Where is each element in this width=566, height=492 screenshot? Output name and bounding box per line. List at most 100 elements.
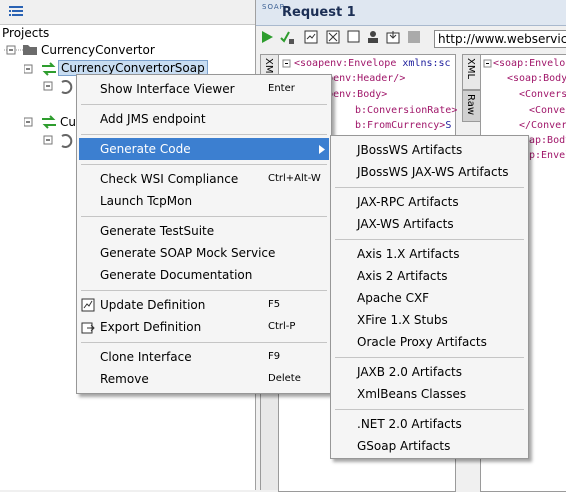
menu-item-accelerator: Ctrl+Alt-W bbox=[268, 173, 321, 184]
interface-arrows-icon bbox=[42, 115, 56, 129]
menu-item-generate-testsuite[interactable]: Generate TestSuite bbox=[79, 220, 329, 242]
menu-item-accelerator: Enter bbox=[268, 83, 295, 94]
submenu-item-dotnet[interactable]: .NET 2.0 Artifacts bbox=[333, 413, 524, 435]
menu-item-label: Remove bbox=[100, 372, 149, 386]
menu-separator bbox=[335, 409, 524, 410]
menu-item-label: Update Definition bbox=[100, 298, 206, 312]
menu-item-accelerator: Ctrl-P bbox=[268, 321, 296, 332]
xml-line: <Conver bbox=[529, 105, 566, 116]
menu-item-remove[interactable]: Remove Delete bbox=[79, 368, 329, 390]
menu-item-label: Export Definition bbox=[100, 320, 202, 334]
submenu-item-oracle-proxy[interactable]: Oracle Proxy Artifacts bbox=[333, 331, 524, 353]
stop-icon[interactable] bbox=[407, 30, 421, 44]
menu-item-accelerator: Delete bbox=[268, 373, 301, 384]
menu-item-show-interface-viewer[interactable]: Show Interface Viewer Enter bbox=[79, 78, 329, 100]
submenu-item-label: Oracle Proxy Artifacts bbox=[357, 335, 487, 349]
xml-attr: xmlns:sc bbox=[396, 58, 451, 69]
submenu-item-jbossws-jaxws[interactable]: JBossWS JAX-WS Artifacts bbox=[333, 161, 524, 183]
export-icon[interactable] bbox=[386, 30, 400, 44]
submenu-item-label: Apache CXF bbox=[357, 291, 430, 305]
project-node[interactable]: CurrencyConvertor bbox=[41, 43, 155, 57]
menu-item-update-definition[interactable]: Update Definition F5 bbox=[79, 294, 329, 316]
submenu-item-label: JAX-RPC Artifacts bbox=[357, 195, 459, 209]
submenu-item-axis1[interactable]: Axis 1.X Artifacts bbox=[333, 243, 524, 265]
menu-item-launch-tcpmon[interactable]: Launch TcpMon bbox=[79, 190, 329, 212]
submenu-item-label: XmlBeans Classes bbox=[357, 387, 467, 401]
xml-line: <soap:Envelo bbox=[493, 58, 566, 69]
menu-item-generate-documentation[interactable]: Generate Documentation bbox=[79, 264, 329, 286]
submenu-item-label: JAXB 2.0 Artifacts bbox=[357, 365, 463, 379]
menu-separator bbox=[335, 239, 524, 240]
checkbox-icon[interactable] bbox=[347, 30, 361, 44]
menu-item-export-definition[interactable]: Export Definition Ctrl-P bbox=[79, 316, 329, 338]
menu-separator bbox=[81, 134, 327, 135]
context-menu: Show Interface Viewer Enter Add JMS endp… bbox=[76, 74, 332, 394]
menu-item-label: Launch TcpMon bbox=[100, 194, 193, 208]
submenu-item-label: Axis 2 Artifacts bbox=[357, 269, 448, 283]
fold-markers bbox=[483, 59, 492, 68]
xml-line: <Convers bbox=[519, 89, 566, 100]
submenu-item-label: .NET 2.0 Artifacts bbox=[357, 417, 462, 431]
menu-item-check-wsi-compliance[interactable]: Check WSI Compliance Ctrl+Alt-W bbox=[79, 168, 329, 190]
endpoint-url-field[interactable]: http://www.webservicex bbox=[434, 30, 566, 48]
tab-response-raw[interactable]: Raw bbox=[462, 90, 481, 122]
user-auth-icon[interactable] bbox=[366, 30, 380, 44]
soap-badge: SOAP bbox=[262, 3, 285, 11]
menu-item-accelerator: F5 bbox=[268, 299, 281, 310]
tab-response-xml[interactable]: XML bbox=[462, 54, 481, 90]
tree-lines bbox=[43, 134, 73, 148]
menu-item-label: Generate Documentation bbox=[100, 268, 253, 282]
projects-label: Projects bbox=[2, 26, 50, 40]
editor-title-bar: SOAP Request 1 bbox=[256, 0, 566, 26]
menu-item-accelerator: F9 bbox=[268, 351, 281, 362]
submenu-item-jaxws[interactable]: JAX-WS Artifacts bbox=[333, 213, 524, 235]
export-definition-icon bbox=[81, 322, 95, 334]
xml-text: S bbox=[445, 120, 452, 131]
submenu-item-jaxb[interactable]: JAXB 2.0 Artifacts bbox=[333, 361, 524, 383]
submenu-item-label: XFire 1.X Stubs bbox=[357, 313, 448, 327]
interface-node[interactable]: Cu bbox=[60, 115, 76, 129]
menu-item-label: Add JMS endpoint bbox=[100, 112, 206, 126]
menu-item-label: Show Interface Viewer bbox=[100, 82, 235, 96]
tab-response-raw-label: Raw bbox=[465, 94, 476, 116]
tree-expander-icon[interactable] bbox=[4, 43, 24, 57]
menu-separator bbox=[81, 216, 327, 217]
menu-item-generate-code[interactable]: Generate Code bbox=[79, 138, 329, 160]
play-icon[interactable] bbox=[260, 30, 274, 44]
xml-line: </Convers bbox=[519, 120, 566, 131]
menu-item-label: Generate Code bbox=[100, 142, 191, 156]
menu-separator bbox=[81, 290, 327, 291]
submenu-item-axis2[interactable]: Axis 2 Artifacts bbox=[333, 265, 524, 287]
submenu-item-label: JAX-WS Artifacts bbox=[357, 217, 454, 231]
xml-line: <soap:Body bbox=[507, 73, 566, 84]
update-definition-icon bbox=[81, 298, 95, 312]
tree-lines bbox=[43, 80, 73, 94]
menu-separator bbox=[81, 342, 327, 343]
menu-item-clone-interface[interactable]: Clone Interface F9 bbox=[79, 346, 329, 368]
menu-item-label: Clone Interface bbox=[100, 350, 192, 364]
submenu-item-label: JBossWS Artifacts bbox=[357, 143, 463, 157]
menu-separator bbox=[335, 357, 524, 358]
submenu-arrow-icon bbox=[319, 145, 325, 154]
submenu-item-apache-cxf[interactable]: Apache CXF bbox=[333, 287, 524, 309]
menu-item-label: Check WSI Compliance bbox=[100, 172, 239, 186]
submenu-item-label: JBossWS JAX-WS Artifacts bbox=[357, 165, 509, 179]
collapse-all-icon[interactable] bbox=[8, 5, 24, 19]
format-icon[interactable] bbox=[326, 30, 340, 44]
xml-line: <soapenv:Envelope bbox=[294, 58, 397, 69]
submenu-item-xfire[interactable]: XFire 1.X Stubs bbox=[333, 309, 524, 331]
xml-line: ap:Body> bbox=[529, 135, 566, 146]
generate-code-submenu: JBossWS Artifacts JBossWS JAX-WS Artifac… bbox=[330, 135, 529, 459]
submenu-item-gsoap[interactable]: GSoap Artifacts bbox=[333, 435, 524, 457]
submenu-item-xmlbeans[interactable]: XmlBeans Classes bbox=[333, 383, 524, 405]
add-assertion-icon[interactable] bbox=[280, 30, 294, 44]
create-empty-request-icon[interactable] bbox=[304, 30, 318, 44]
xml-line: b:FromCurrency> bbox=[355, 120, 446, 131]
folder-icon bbox=[23, 45, 37, 55]
menu-item-add-jms-endpoint[interactable]: Add JMS endpoint bbox=[79, 108, 329, 130]
submenu-item-jaxrpc[interactable]: JAX-RPC Artifacts bbox=[333, 191, 524, 213]
submenu-item-label: Axis 1.X Artifacts bbox=[357, 247, 460, 261]
menu-item-generate-soap-mock-service[interactable]: Generate SOAP Mock Service bbox=[79, 242, 329, 264]
tab-response-xml-label: XML bbox=[465, 58, 476, 80]
submenu-item-jbossws[interactable]: JBossWS Artifacts bbox=[333, 139, 524, 161]
